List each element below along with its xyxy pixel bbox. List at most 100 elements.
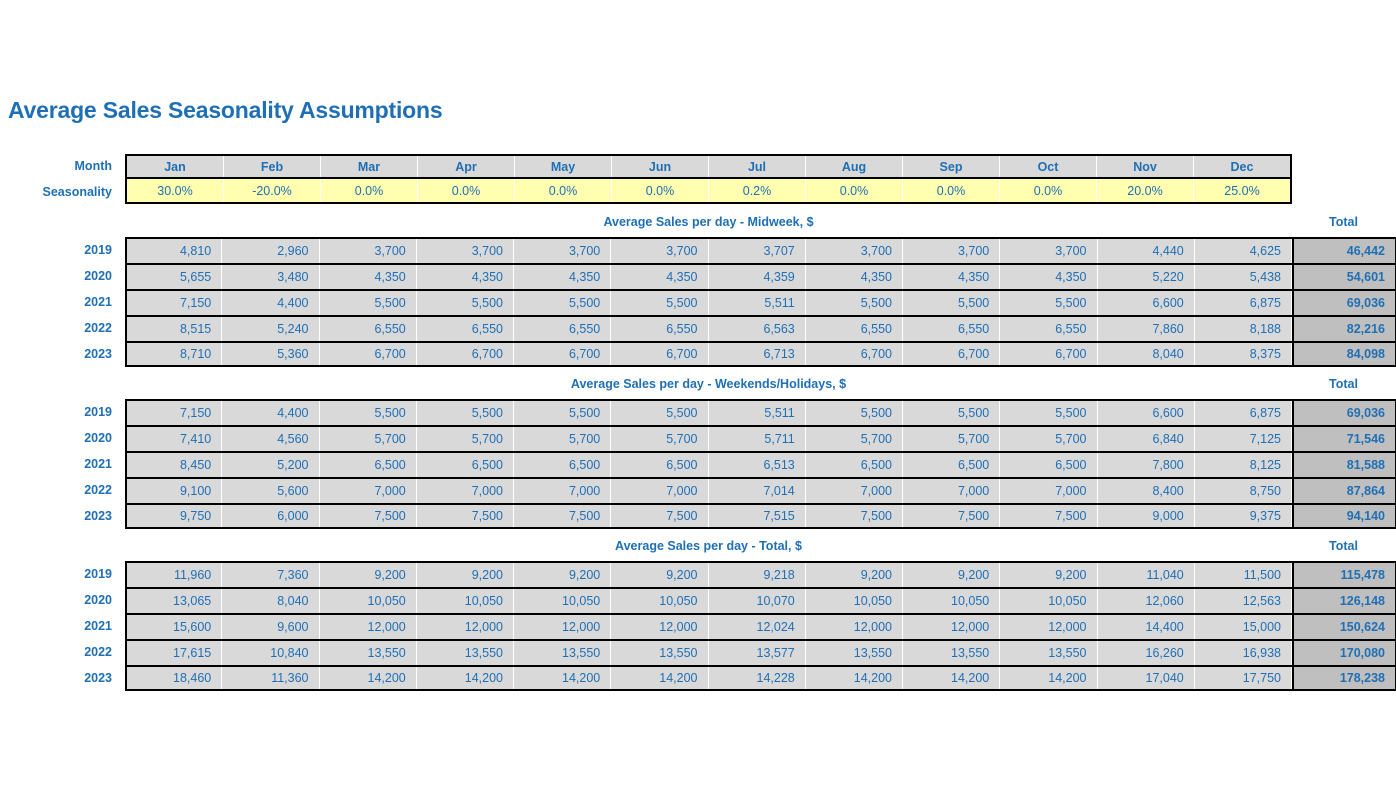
sales-value-cell: 5,500 xyxy=(1000,401,1098,425)
sales-value-cell: 3,700 xyxy=(319,239,417,263)
sales-value-cell: 6,700 xyxy=(903,343,1001,365)
sales-value-cell: 13,550 xyxy=(805,641,903,665)
sales-value-cell: 7,000 xyxy=(805,479,903,503)
seasonality-input-cell[interactable]: 0.0% xyxy=(1000,179,1097,202)
sales-value-cell: 10,050 xyxy=(611,589,709,613)
sales-value-cell: 6,550 xyxy=(805,317,903,341)
page-title: Average Sales Seasonality Assumptions xyxy=(8,97,443,123)
sales-value-cell: 7,125 xyxy=(1194,427,1292,451)
table-row: 7,410 4,560 5,700 5,700 5,700 5,700 5,711 5,700… xyxy=(125,425,1396,451)
sales-value-cell: 8,450 xyxy=(125,453,223,477)
sales-value-cell: 14,200 xyxy=(319,667,417,689)
sales-value-cell: 7,000 xyxy=(416,479,514,503)
sales-value-cell: 5,438 xyxy=(1194,265,1292,289)
sales-value-cell: 5,500 xyxy=(611,401,709,425)
row-total-cell: 46,442 xyxy=(1292,239,1396,263)
year-row-label: 2023 xyxy=(84,671,112,685)
sales-value-cell: 11,040 xyxy=(1097,563,1195,587)
sales-value-cell: 17,040 xyxy=(1097,667,1195,689)
sales-value-cell: 5,240 xyxy=(222,317,320,341)
sales-value-cell: 7,014 xyxy=(708,479,806,503)
sales-value-cell: 5,220 xyxy=(1097,265,1195,289)
sales-value-cell: 5,700 xyxy=(611,427,709,451)
year-row-label: 2019 xyxy=(84,405,112,419)
sales-value-cell: 7,150 xyxy=(125,291,223,315)
seasonality-assumptions-table: Jan Feb Mar Apr May Jun Jul Aug Sep Oct Nov Dec 30.… xyxy=(125,154,1292,204)
sales-value-cell: 9,200 xyxy=(514,563,612,587)
sales-value-cell: 4,350 xyxy=(1000,265,1098,289)
table-row: 8,710 5,360 6,700 6,700 6,700 6,700 6,713 6,700… xyxy=(125,341,1396,367)
sales-value-cell: 9,000 xyxy=(1097,505,1195,527)
sales-value-cell: 12,563 xyxy=(1194,589,1292,613)
sales-value-cell: 7,000 xyxy=(903,479,1001,503)
year-row-label: 2023 xyxy=(84,509,112,523)
sales-value-cell: 6,600 xyxy=(1097,291,1195,315)
sales-value-cell: 12,000 xyxy=(805,615,903,639)
sales-value-cell: 5,500 xyxy=(514,291,612,315)
seasonality-input-cell[interactable]: 20.0% xyxy=(1097,179,1194,202)
sales-value-cell: 10,070 xyxy=(708,589,806,613)
sales-value-cell: 13,550 xyxy=(1000,641,1098,665)
sales-value-cell: 7,150 xyxy=(125,401,223,425)
year-row-label: 2022 xyxy=(84,321,112,335)
sales-value-cell: 10,840 xyxy=(222,641,320,665)
sales-value-cell: 6,500 xyxy=(903,453,1001,477)
row-total-cell: 115,478 xyxy=(1292,563,1396,587)
seasonality-input-cell[interactable]: -20.0% xyxy=(224,179,321,202)
seasonality-input-cell[interactable]: 0.0% xyxy=(612,179,709,202)
sales-value-cell: 13,550 xyxy=(611,641,709,665)
seasonality-input-cell[interactable]: 0.0% xyxy=(903,179,1000,202)
sales-value-cell: 5,500 xyxy=(805,291,903,315)
table-row: 7,150 4,400 5,500 5,500 5,500 5,500 5,511 5,500… xyxy=(125,289,1396,315)
sales-value-cell: 4,350 xyxy=(805,265,903,289)
seasonality-row-label: Seasonality xyxy=(42,185,112,199)
sales-value-cell: 8,040 xyxy=(1097,343,1195,365)
sales-value-cell: 4,350 xyxy=(514,265,612,289)
month-header-cell: Apr xyxy=(418,156,515,177)
seasonality-input-cell[interactable]: 30.0% xyxy=(127,179,224,202)
sales-value-cell: 5,700 xyxy=(416,427,514,451)
seasonality-input-cell[interactable]: 25.0% xyxy=(1194,179,1290,202)
sales-value-cell: 6,500 xyxy=(319,453,417,477)
seasonality-input-cell[interactable]: 0.0% xyxy=(418,179,515,202)
sales-value-cell: 4,810 xyxy=(125,239,223,263)
sales-value-cell: 9,200 xyxy=(611,563,709,587)
sales-value-cell: 6,600 xyxy=(1097,401,1195,425)
total-column-caption: Total xyxy=(1329,215,1358,229)
seasonality-input-cell[interactable]: 0.0% xyxy=(515,179,612,202)
sales-value-cell: 10,050 xyxy=(514,589,612,613)
sales-value-cell: 14,400 xyxy=(1097,615,1195,639)
sales-value-cell: 13,550 xyxy=(416,641,514,665)
month-header-cell: Mar xyxy=(321,156,418,177)
sales-value-cell: 8,188 xyxy=(1194,317,1292,341)
sales-value-cell: 6,550 xyxy=(319,317,417,341)
sales-value-cell: 13,065 xyxy=(125,589,223,613)
sales-value-cell: 5,500 xyxy=(416,401,514,425)
seasonality-input-cell[interactable]: 0.0% xyxy=(806,179,903,202)
sales-value-cell: 5,700 xyxy=(805,427,903,451)
sales-value-cell: 17,750 xyxy=(1194,667,1292,689)
seasonality-input-cell[interactable]: 0.0% xyxy=(321,179,418,202)
row-total-cell: 87,864 xyxy=(1292,479,1396,503)
sales-value-cell: 8,750 xyxy=(1194,479,1292,503)
sales-value-cell: 5,500 xyxy=(903,401,1001,425)
seasonality-input-cell[interactable]: 0.2% xyxy=(709,179,806,202)
row-total-cell: 82,216 xyxy=(1292,317,1396,341)
year-row-label: 2021 xyxy=(84,457,112,471)
sales-value-cell: 4,359 xyxy=(708,265,806,289)
sales-value-cell: 8,400 xyxy=(1097,479,1195,503)
sales-value-cell: 5,700 xyxy=(903,427,1001,451)
sales-value-cell: 14,200 xyxy=(514,667,612,689)
sales-value-cell: 5,500 xyxy=(416,291,514,315)
month-header-cell: May xyxy=(515,156,612,177)
row-total-cell: 71,546 xyxy=(1292,427,1396,451)
sales-value-cell: 2,960 xyxy=(222,239,320,263)
sales-value-cell: 3,707 xyxy=(708,239,806,263)
sales-value-cell: 11,360 xyxy=(222,667,320,689)
sales-value-cell: 5,500 xyxy=(903,291,1001,315)
sales-value-cell: 5,500 xyxy=(611,291,709,315)
year-row-label: 2021 xyxy=(84,295,112,309)
sales-value-cell: 5,500 xyxy=(319,291,417,315)
sales-value-cell: 7,500 xyxy=(416,505,514,527)
sales-value-cell: 12,000 xyxy=(1000,615,1098,639)
